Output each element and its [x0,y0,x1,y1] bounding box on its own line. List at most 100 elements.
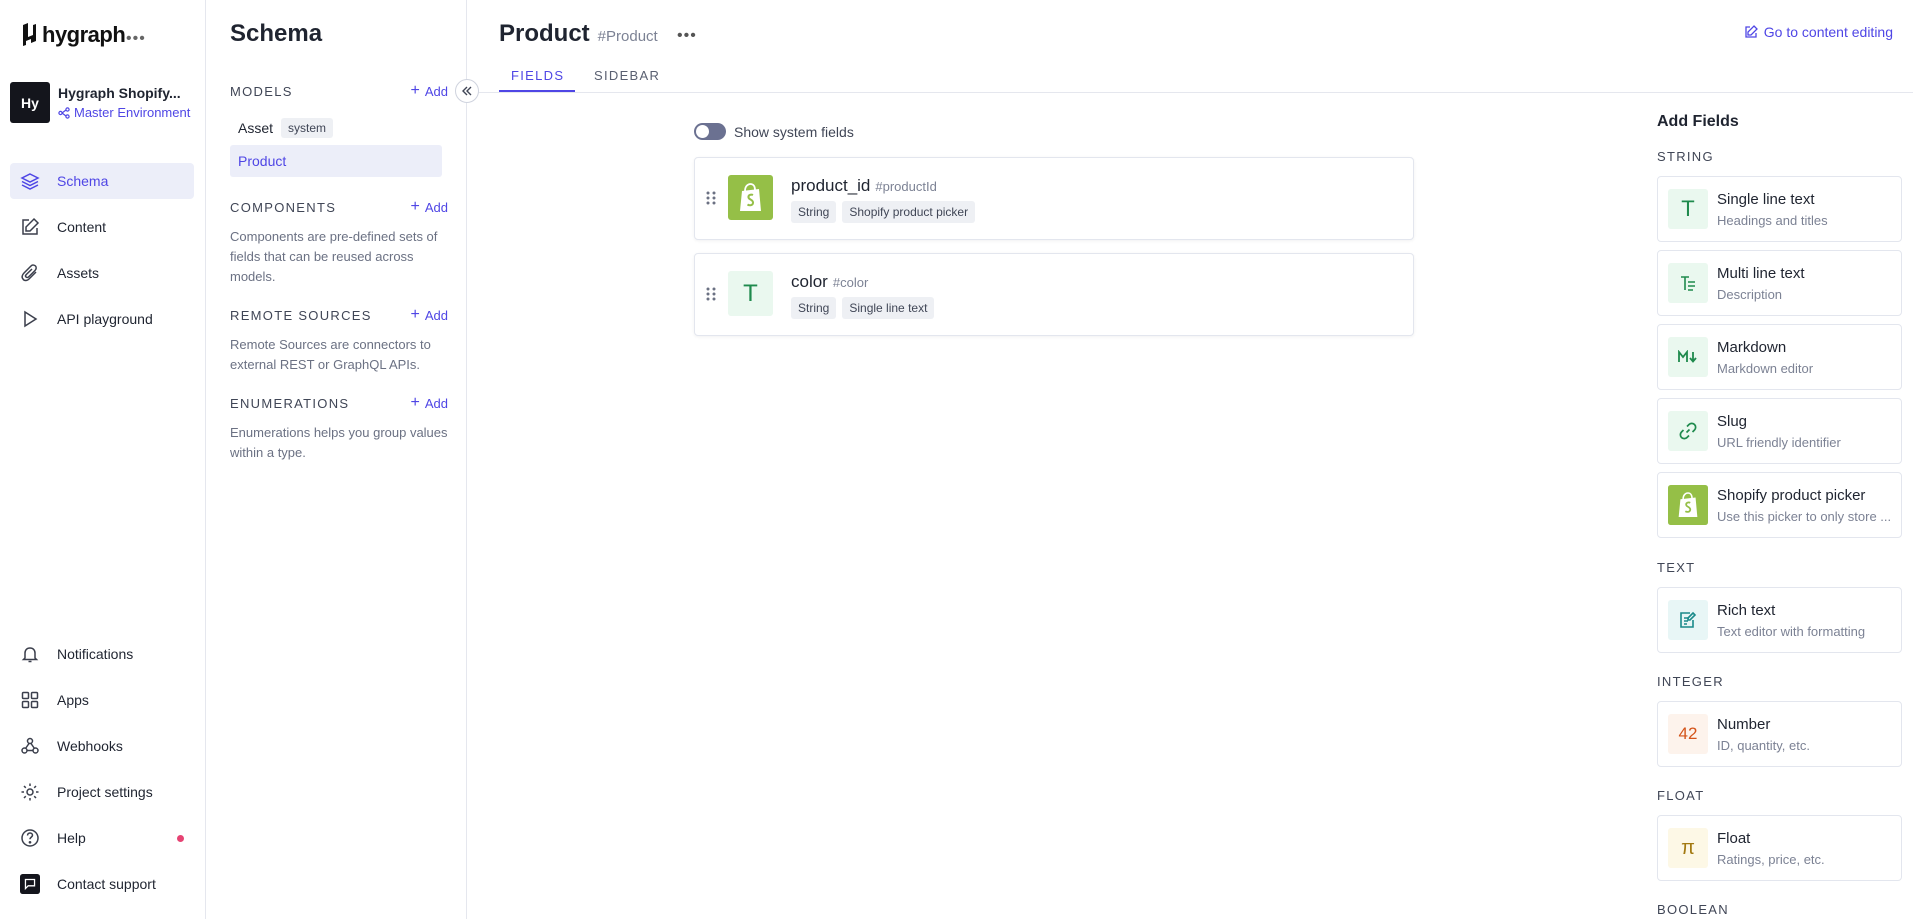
branch-icon [58,106,70,119]
field-type-name: Single line text [1717,191,1815,208]
remote-sources-description: Remote Sources are connectors to externa… [230,337,431,372]
field-type-name: Slug [1717,413,1748,430]
add-field-slug[interactable]: Slug URL friendly identifier [1657,398,1902,464]
field-type-description: Text editor with formatting [1717,624,1866,639]
nav-item-label: Webhooks [57,738,123,754]
notification-dot [177,835,184,842]
nav-item-help[interactable]: Help [10,820,194,856]
add-fields-title: Add Fields [1657,113,1739,130]
plus-icon: + [410,394,420,411]
model-api-id: #Product [597,28,658,45]
nav-item-apps[interactable]: Apps [10,682,194,718]
markdown-icon [1668,337,1708,377]
section-label-boolean: BOOLEAN [1657,902,1729,917]
text-glyph: T [1681,196,1695,221]
apps-grid-icon [20,690,40,710]
chat-icon [20,874,40,894]
enumerations-description: Enumerations helps you group values with… [230,425,448,460]
model-name-heading: Product [499,20,590,47]
nav-item-label: API playground [57,311,153,327]
nav-item-label: Help [57,830,86,846]
shopify-icon [1668,485,1708,525]
logo[interactable]: hygraph [20,22,126,48]
field-type-description: Use this picker to only store ... [1717,509,1892,524]
field-type-description: Markdown editor [1717,361,1814,376]
show-system-fields-toggle[interactable]: Show system fields [694,123,854,140]
nav-item-api-playground[interactable]: API playground [10,301,194,337]
project-avatar: Hy [10,82,50,123]
active-tab-indicator [499,90,575,92]
nav-item-label: Apps [57,692,89,708]
left-nav: hygraph ••• Hy Hygraph Shopify... Master… [0,0,206,919]
components-description: Components are pre-defined sets of field… [230,229,438,284]
collapse-panel-button[interactable] [455,79,479,103]
add-field-float[interactable]: π Float Ratings, price, etc. [1657,815,1902,881]
section-label-string: STRING [1657,149,1714,164]
field-type-name: Rich text [1717,602,1776,619]
environment-link[interactable]: Master Environment [58,105,190,120]
add-field-number[interactable]: 42 Number ID, quantity, etc. [1657,701,1902,767]
drag-handle-icon[interactable] [705,286,717,302]
add-field-shopify-product-picker[interactable]: Shopify product picker Use this picker t… [1657,472,1902,538]
add-field-rich-text[interactable]: Rich text Text editor with formatting [1657,587,1902,653]
nav-item-label: Contact support [57,876,156,892]
model-options-icon[interactable]: ••• [677,27,697,45]
model-name: Product [238,153,287,169]
model-item-product[interactable]: Product [230,145,442,177]
number-glyph: 42 [1678,724,1698,743]
nav-item-project-settings[interactable]: Project settings [10,774,194,810]
nav-item-label: Project settings [57,784,153,800]
add-remote-source-button[interactable]: + Add [411,306,448,324]
add-label: Add [424,83,448,99]
add-field-multi-line-text[interactable]: Multi line text Description [1657,250,1902,316]
nav-item-label: Assets [57,265,100,281]
field-tags: String Single line text [791,297,940,319]
field-card-color[interactable]: T color #color String Single line text [694,253,1414,336]
plus-icon: + [410,306,420,323]
field-type-name: Markdown [1717,339,1787,356]
nav-item-notifications[interactable]: Notifications [10,636,194,672]
layers-icon [20,171,40,191]
model-item-asset[interactable]: Asset system [230,112,442,144]
drag-handle-icon[interactable] [705,190,717,206]
add-model-button[interactable]: + Add [411,82,448,100]
field-type-description: Ratings, price, etc. [1717,852,1825,867]
tab-sidebar[interactable]: SIDEBAR [594,68,660,83]
pi-icon: π [1668,828,1708,868]
add-field-markdown[interactable]: Markdown Markdown editor [1657,324,1902,390]
model-title: Product #Product [499,20,658,48]
field-type-description: Headings and titles [1717,213,1828,228]
remote-sources-label: REMOTE SOURCES [230,307,372,323]
field-type-description: Description [1717,287,1783,302]
nav-item-label: Schema [57,173,109,189]
field-card-product-id[interactable]: product_id #productId String Shopify pro… [694,157,1414,240]
text-icon: T [728,271,773,316]
field-type-name: Float [1717,830,1751,847]
remote-sources-header: REMOTE SOURCES + Add [230,306,448,324]
nav-item-schema[interactable]: Schema [10,163,194,199]
project-switcher[interactable]: Hy Hygraph Shopify... Master Environment [10,82,190,123]
field-api-id: #color [832,275,869,290]
add-component-button[interactable]: + Add [411,198,448,216]
add-enumeration-button[interactable]: + Add [411,394,448,412]
nav-item-contact-support[interactable]: Contact support [10,866,194,902]
system-badge: system [281,118,334,138]
field-tags: String Shopify product picker [791,201,981,223]
toggle-switch[interactable] [694,123,726,140]
tab-fields[interactable]: FIELDS [511,68,564,83]
section-label-text: TEXT [1657,560,1696,575]
nav-item-content[interactable]: Content [10,209,194,245]
plus-icon: + [410,82,420,99]
more-options-icon[interactable]: ••• [126,30,146,48]
nav-item-assets[interactable]: Assets [10,255,194,291]
field-type-name: Multi line text [1717,265,1805,282]
webhook-icon [20,736,40,756]
pi-glyph: π [1681,836,1695,859]
add-field-single-line-text[interactable]: T Single line text Headings and titles [1657,176,1902,242]
chevrons-left-icon [462,86,472,96]
number-icon: 42 [1668,714,1708,754]
section-label-integer: INTEGER [1657,674,1724,689]
nav-item-webhooks[interactable]: Webhooks [10,728,194,764]
edit-icon [20,217,40,237]
link-icon [1668,411,1708,451]
